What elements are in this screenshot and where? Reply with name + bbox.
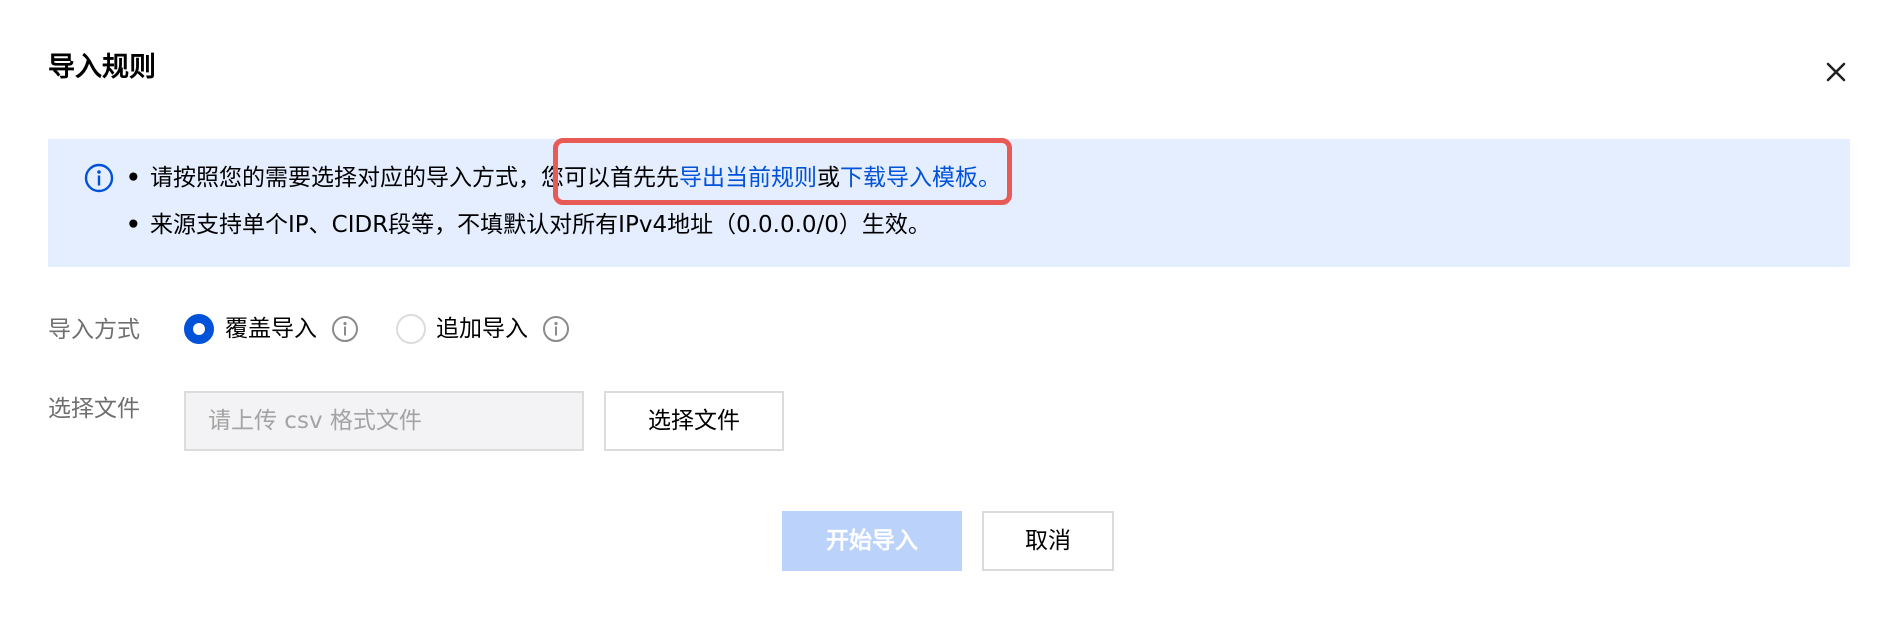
info-icon[interactable]	[330, 314, 360, 344]
close-icon[interactable]	[1822, 58, 1850, 86]
import-mode-label: 导入方式	[48, 317, 140, 343]
import-rules-dialog: 导入规则 • 请按照您的需要选择对应的导入方式，您可以首先先导出当前规则或下载导入…	[0, 0, 1898, 620]
cancel-button[interactable]: 取消	[982, 511, 1114, 571]
file-path-input[interactable]	[184, 391, 584, 451]
radio-append-label[interactable]: 追加导入	[436, 314, 528, 344]
notice-line-1-prefix: 请按照您的需要选择对应的导入方式，	[150, 165, 541, 191]
bullet: •	[126, 212, 141, 238]
select-file-label: 选择文件	[48, 396, 140, 422]
notice-line-2: • 来源支持单个IP、CIDR段等，不填默认对所有IPv4地址（0.0.0.0/0…	[126, 210, 931, 240]
dialog-title: 导入规则	[48, 52, 156, 83]
select-file-button[interactable]: 选择文件	[604, 391, 784, 451]
radio-overwrite-import[interactable]	[184, 314, 214, 344]
start-import-button[interactable]: 开始导入	[782, 511, 962, 571]
info-circle-icon	[83, 162, 115, 194]
bullet: •	[126, 165, 141, 191]
annotation-highlight-box	[553, 138, 1012, 205]
radio-append-import[interactable]	[396, 314, 426, 344]
radio-overwrite-label[interactable]: 覆盖导入	[225, 314, 317, 344]
info-icon[interactable]	[541, 314, 571, 344]
notice-line-2-text: 来源支持单个IP、CIDR段等，不填默认对所有IPv4地址（0.0.0.0/0）…	[150, 212, 931, 238]
